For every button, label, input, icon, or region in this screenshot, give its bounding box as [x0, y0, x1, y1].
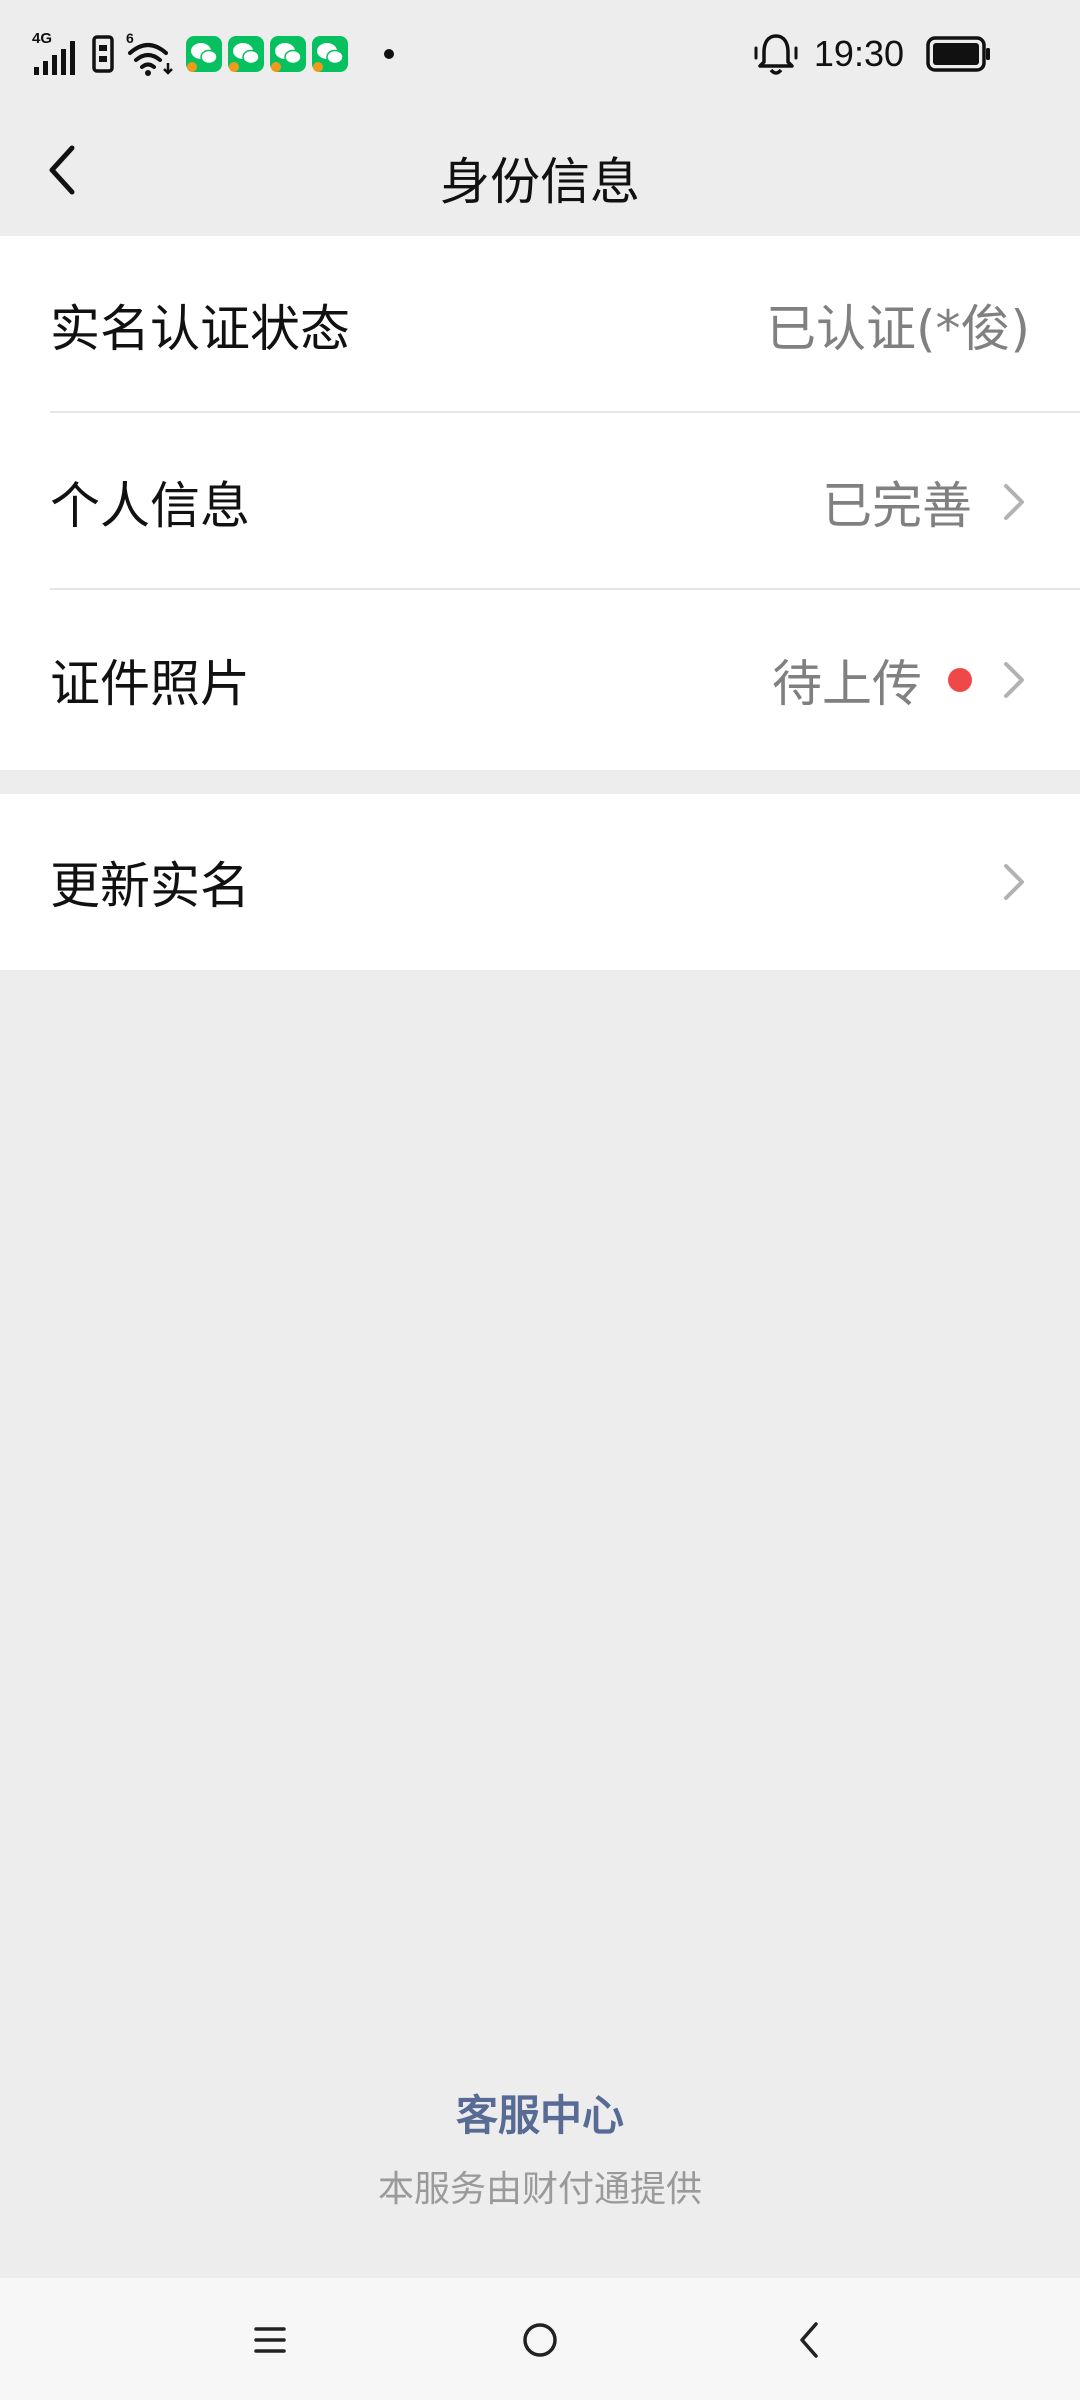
row-value: 已完善 — [822, 476, 972, 535]
recent-apps-button[interactable] — [240, 2310, 300, 2370]
list-item-personal-info[interactable]: 个人信息 已完善 — [0, 413, 1080, 590]
wechat-icon — [312, 36, 348, 72]
service-provider-note: 本服务由财付通提供 — [377, 2169, 702, 2210]
battery-icon — [926, 36, 990, 72]
list-item-update-real-name[interactable]: 更新实名 — [0, 794, 1080, 970]
wifi-badge-label: 6 — [126, 30, 134, 46]
row-label: 更新实名 — [50, 857, 250, 915]
notification-dot — [384, 49, 394, 59]
red-dot-badge — [948, 668, 972, 692]
clock-time: 19:30 — [813, 33, 904, 74]
sim-icon — [92, 35, 114, 73]
menu-icon — [254, 2327, 286, 2353]
status-bar-right: 19:30 — [752, 28, 992, 80]
wifi-icon: 6 — [126, 30, 173, 76]
row-label: 实名认证状态 — [50, 299, 350, 358]
home-button[interactable] — [510, 2310, 570, 2370]
chevron-right-icon — [1004, 483, 1024, 520]
customer-service-link[interactable]: 客服中心 — [0, 2082, 1080, 2143]
status-bar: 4G 6 19:30 — [0, 0, 1080, 108]
wechat-icon — [228, 36, 264, 72]
system-nav-bar — [0, 2278, 1080, 2400]
row-label: 个人信息 — [50, 476, 250, 535]
home-icon — [523, 2323, 557, 2357]
network-type-label: 4G — [32, 30, 52, 47]
chevron-right-icon — [1004, 864, 1024, 900]
identity-info-group: 实名认证状态 已认证(*俊) 个人信息 已完善 证件照片 待上传 — [0, 236, 1080, 770]
row-value: 待上传 — [772, 655, 922, 713]
wechat-icon — [186, 36, 222, 72]
row-label: 证件照片 — [50, 655, 250, 713]
back-icon — [800, 2322, 818, 2358]
list-item-verification-status: 实名认证状态 已认证(*俊) — [0, 236, 1080, 413]
status-bar-left: 4G 6 — [32, 28, 394, 80]
chevron-right-icon — [1004, 662, 1024, 698]
list-item-id-photos[interactable]: 证件照片 待上传 — [0, 590, 1080, 770]
page-title: 身份信息 — [440, 153, 640, 211]
update-name-group: 更新实名 — [0, 794, 1080, 970]
nav-bar: 身份信息 — [0, 108, 1080, 236]
row-value: 已认证(*俊) — [765, 299, 1030, 358]
wechat-icon — [270, 36, 306, 72]
system-back-button[interactable] — [780, 2310, 840, 2370]
signal-icon: 4G — [32, 30, 75, 75]
alarm-bell-icon — [754, 34, 798, 75]
